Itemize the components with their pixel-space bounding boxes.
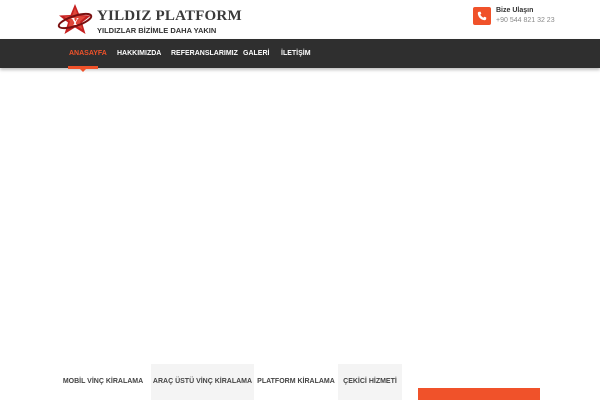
nav-item-iletisim[interactable]: İLETİŞİM (281, 39, 311, 68)
contact-phone-number[interactable]: +90 544 821 32 23 (496, 17, 555, 24)
nav-item-anasayfa[interactable]: ANASAYFA (69, 39, 107, 68)
tab-cekici-hizmeti[interactable]: ÇEKİCİ HİZMETİ (338, 364, 402, 400)
orange-panel-header (418, 388, 540, 400)
site-logo[interactable]: Y YILDIZ PLATFORM YILDIZLAR BİZİMLE DAHA… (55, 3, 242, 37)
contact-info: Bize Ulaşın +90 544 821 32 23 (473, 7, 573, 29)
nav-item-hakkimizda[interactable]: HAKKIMIZDA (117, 39, 161, 68)
active-nav-arrow (80, 69, 86, 72)
contact-title: Bize Ulaşın (496, 7, 534, 14)
phone-button[interactable] (473, 7, 491, 25)
tab-arac-ustu-vinc-kiralama[interactable]: ARAÇ ÜSTÜ VİNÇ KİRALAMA (151, 364, 254, 400)
site-title: YILDIZ PLATFORM (97, 8, 242, 24)
tab-mobil-vinc-kiralama[interactable]: MOBİL VİNÇ KİRALAMA (55, 364, 151, 400)
phone-icon (477, 11, 487, 21)
nav-item-referanslarimiz[interactable]: REFERANSLARIMIZ (171, 39, 238, 68)
main-navigation: ANASAYFA HAKKIMIZDA REFERANSLARIMIZ GALE… (0, 39, 600, 68)
tab-platform-kiralama[interactable]: PLATFORM KİRALAMA (254, 364, 338, 400)
site-slogan: YILDIZLAR BİZİMLE DAHA YAKIN (97, 26, 217, 35)
site-header: Y YILDIZ PLATFORM YILDIZLAR BİZİMLE DAHA… (0, 0, 600, 39)
svg-text:Y: Y (71, 16, 79, 28)
star-logo-icon: Y (57, 4, 93, 34)
nav-item-galeri[interactable]: GALERİ (243, 39, 269, 68)
